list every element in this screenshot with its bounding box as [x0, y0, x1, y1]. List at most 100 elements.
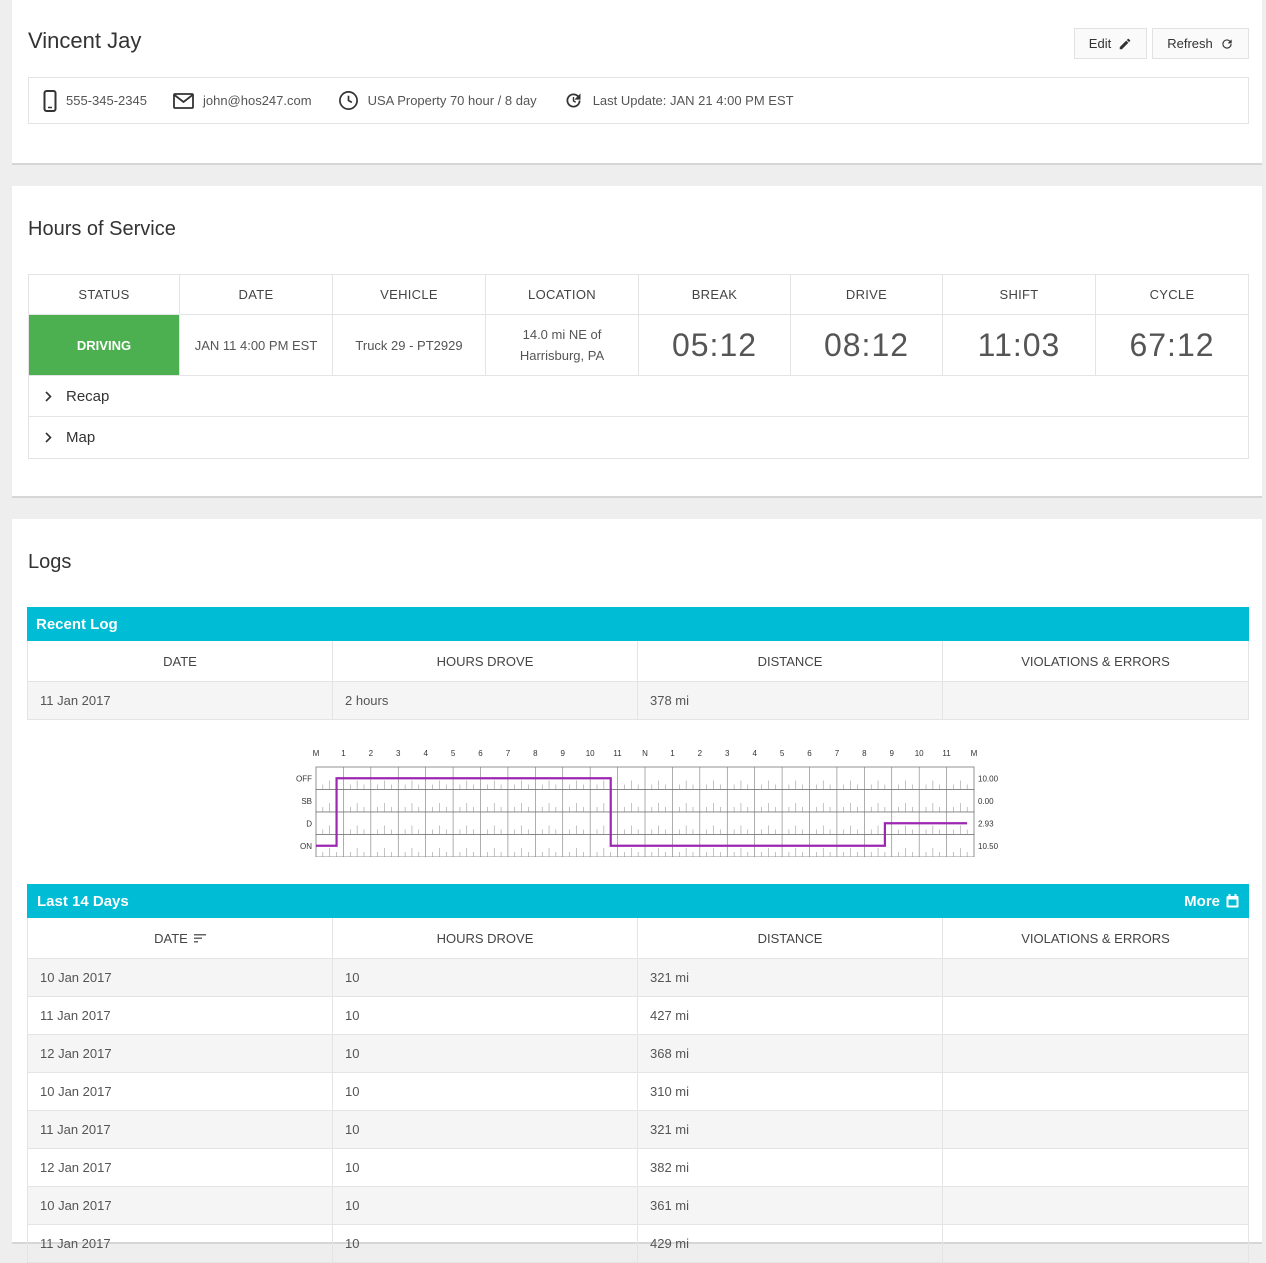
hour-label: 7: [506, 749, 511, 758]
table-row[interactable]: 11 Jan 2017 10 321 mi: [28, 1111, 1248, 1149]
row-hours: 2 hours: [333, 682, 638, 719]
more-label: More: [1184, 892, 1220, 910]
row-hours: 10: [333, 1073, 638, 1110]
table-row[interactable]: 10 Jan 2017 10 321 mi: [28, 959, 1248, 997]
row-violations: [943, 1149, 1248, 1186]
logs-card: Logs Recent Log DATE HOURS DROVE DISTANC…: [12, 519, 1262, 1263]
hour-label: 4: [423, 749, 428, 758]
row-date: 11 Jan 2017: [28, 1111, 333, 1148]
more-button[interactable]: More: [1184, 893, 1239, 910]
hos-header-shift: SHIFT: [943, 275, 1096, 315]
table-row[interactable]: 11 Jan 2017 10 427 mi: [28, 997, 1248, 1035]
last-14-days-bar: Last 14 Days More: [27, 884, 1249, 918]
hour-label: 4: [752, 749, 757, 758]
row-distance: 368 mi: [638, 1035, 943, 1072]
edit-label: Edit: [1088, 36, 1112, 51]
row-hours: 10: [333, 1149, 638, 1186]
recent-log-table: DATE HOURS DROVE DISTANCE VIOLATIONS & E…: [27, 641, 1249, 720]
table-row[interactable]: 10 Jan 2017 10 361 mi: [28, 1187, 1248, 1225]
row-violations: [943, 959, 1248, 996]
row-distance: 378 mi: [638, 682, 943, 719]
hour-label: 6: [807, 749, 812, 758]
table-row[interactable]: 10 Jan 2017 10 310 mi: [28, 1073, 1248, 1111]
table-row[interactable]: 11 Jan 2017 2 hours 378 mi: [28, 682, 1248, 720]
last14-header-date-label: DATE: [154, 930, 188, 946]
driver-name: Vincent Jay: [28, 28, 142, 53]
last-update-text: Last Update: JAN 21 4:00 PM EST: [592, 93, 794, 108]
hos-header-break: BREAK: [639, 275, 791, 315]
map-label: Map: [66, 429, 96, 446]
last14-header-row: DATE HOURS DROVE DISTANCE VIOLATIONS & E…: [28, 918, 1248, 959]
map-expander[interactable]: Map: [29, 417, 1248, 458]
phone-number: 555-345-2345: [66, 93, 147, 108]
driver-info-bar: 555-345-2345 john@hos247.com USA Propert…: [28, 77, 1249, 124]
hos-card: Hours of Service STATUS DATE VEHICLE LOC…: [12, 186, 1262, 498]
row-total: 2.93: [978, 819, 994, 828]
row-distance: 361 mi: [638, 1187, 943, 1224]
hos-header-status: STATUS: [29, 275, 180, 315]
row-distance: 382 mi: [638, 1149, 943, 1186]
chevron-right-icon: [45, 432, 52, 443]
hos-header-drive: DRIVE: [791, 275, 943, 315]
row-date: 10 Jan 2017: [28, 1187, 333, 1224]
drive-value: 08:12: [791, 315, 943, 376]
recent-header-distance: DISTANCE: [638, 641, 943, 681]
update-icon: [566, 93, 581, 108]
row-hours: 10: [333, 959, 638, 996]
row-total: 10.00: [978, 774, 999, 783]
driver-card: Vincent Jay Edit Refresh 555-345-2345 jo…: [12, 0, 1262, 165]
location-line-1: 14.0 mi NE of: [522, 327, 602, 342]
edit-button[interactable]: Edit: [1074, 28, 1147, 59]
recent-header-hours: HOURS DROVE: [333, 641, 638, 681]
phone-info: 555-345-2345: [43, 89, 147, 112]
row-hours: 10: [333, 1187, 638, 1224]
table-row[interactable]: 11 Jan 2017 10 429 mi: [28, 1225, 1248, 1263]
row-violations: [943, 1111, 1248, 1148]
row-violations: [943, 997, 1248, 1034]
row-date: 10 Jan 2017: [28, 959, 333, 996]
table-row[interactable]: 12 Jan 2017 10 368 mi: [28, 1035, 1248, 1073]
hour-label: 11: [942, 749, 951, 758]
hour-label: 5: [780, 749, 785, 758]
recap-expander[interactable]: Recap: [29, 376, 1248, 417]
recent-header-violations: VIOLATIONS & ERRORS: [1021, 653, 1170, 669]
hour-label: 7: [835, 749, 840, 758]
table-row[interactable]: 12 Jan 2017 10 382 mi: [28, 1149, 1248, 1187]
last14-header-violations: VIOLATIONS & ERRORS: [1021, 930, 1170, 946]
email-address[interactable]: john@hos247.com: [203, 93, 312, 108]
sort-icon: [193, 933, 206, 942]
hos-header-location: LOCATION: [486, 275, 639, 315]
refresh-label: Refresh: [1167, 36, 1213, 51]
hour-label: 1: [670, 749, 675, 758]
calendar-icon: [1226, 894, 1239, 908]
hos-header-date: DATE: [180, 275, 333, 315]
mail-icon: [173, 92, 194, 109]
row-date: 11 Jan 2017: [28, 997, 333, 1034]
hos-header-row: STATUS DATE VEHICLE LOCATION BREAK DRIVE…: [29, 275, 1248, 315]
refresh-button[interactable]: Refresh: [1152, 28, 1249, 59]
last14-header-date[interactable]: DATE: [28, 918, 333, 958]
hour-label: 2: [369, 749, 374, 758]
row-label: SB: [301, 797, 312, 806]
clock-icon: [338, 91, 358, 110]
hos-header-vehicle: VEHICLE: [333, 275, 486, 315]
hour-label: 3: [725, 749, 730, 758]
break-value: 05:12: [639, 315, 791, 376]
row-date: 12 Jan 2017: [28, 1149, 333, 1186]
row-label: D: [306, 819, 312, 828]
hour-label: 10: [915, 749, 924, 758]
hour-label: 8: [533, 749, 538, 758]
row-total: 10.50: [978, 842, 999, 851]
phone-icon: [43, 89, 57, 112]
row-hours: 10: [333, 1035, 638, 1072]
status-badge: DRIVING: [29, 315, 180, 376]
row-total: 0.00: [978, 797, 994, 806]
row-distance: 310 mi: [638, 1073, 943, 1110]
row-date: 12 Jan 2017: [28, 1035, 333, 1072]
recap-label: Recap: [66, 387, 110, 405]
hour-label: 9: [890, 749, 895, 758]
location-line-2: Harrisburg, PA: [519, 348, 605, 363]
hos-header-cycle: CYCLE: [1096, 275, 1248, 315]
last-14-days-table: DATE HOURS DROVE DISTANCE VIOLATIONS & E…: [27, 918, 1249, 1263]
refresh-icon: [1222, 38, 1232, 49]
